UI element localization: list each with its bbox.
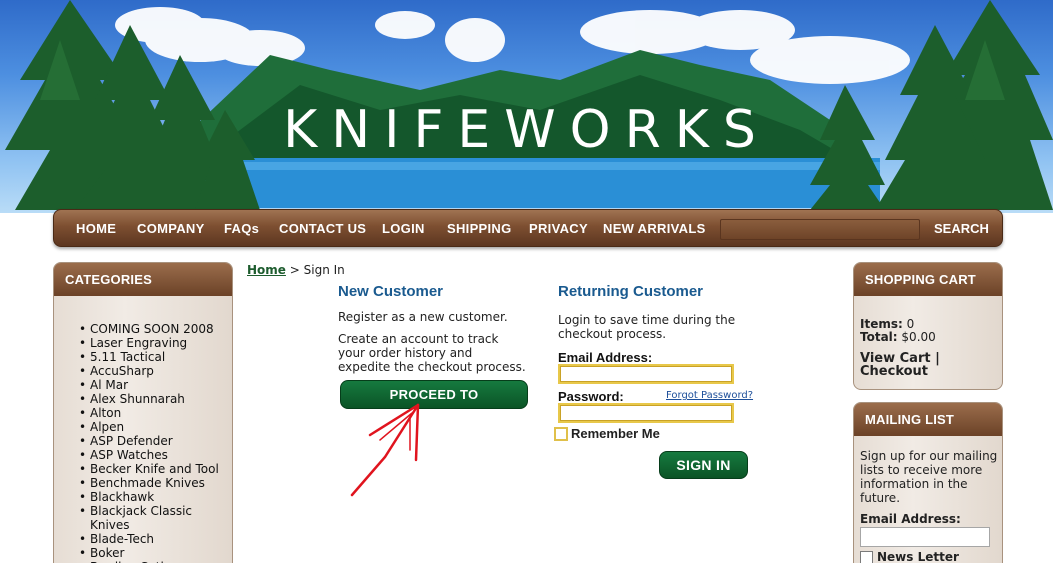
nav-home[interactable]: HOME [76,221,116,236]
search-input[interactable] [720,219,920,240]
mailing-list-box: MAILING LIST Sign up for our mailing lis… [853,402,1003,563]
shopping-cart-title: SHOPPING CART [854,263,1002,296]
category-item[interactable]: ASP Watches [79,448,232,462]
category-item[interactable]: AccuSharp [79,364,232,378]
nav-company[interactable]: COMPANY [137,221,205,236]
mailing-email-label: Email Address: [860,512,961,526]
category-item[interactable]: Benchmade Knives [79,476,232,490]
category-item[interactable]: Alpen [79,420,232,434]
cart-total-label: Total: [860,330,898,344]
breadcrumb: Home > Sign In [247,263,345,277]
mailing-email-input[interactable] [860,527,990,547]
category-item[interactable]: COMING SOON 2008 [79,322,232,336]
category-item[interactable]: Laser Engraving [79,336,232,350]
search-button[interactable]: SEARCH [934,221,989,236]
cart-items-value: 0 [906,317,915,331]
cart-link-divider: | [935,351,940,366]
nav-new-arrivals[interactable]: NEW ARRIVALS [603,221,706,236]
password-field[interactable] [558,403,734,423]
site-logo[interactable]: KNIFEWORKS [0,100,1053,160]
new-customer-heading: New Customer [338,283,444,300]
category-item[interactable]: 5.11 Tactical [79,350,232,364]
cart-items-label: Items: [860,317,903,331]
remember-me-checkbox[interactable] [554,426,568,441]
newsletter-row: News Letter [860,550,1002,563]
remember-me-row: Remember Me [554,426,660,441]
category-item[interactable]: Blackhawk [79,490,232,504]
category-list: COMING SOON 2008Laser Engraving5.11 Tact… [54,296,232,563]
checkout-link[interactable]: Checkout [860,364,928,379]
new-customer-line1: Register as a new customer. [338,310,508,324]
remember-me-label: Remember Me [571,426,660,441]
nav-login[interactable]: LOGIN [382,221,425,236]
newsletter-label: News Letter [877,550,959,563]
red-arrow-annotation [350,403,420,497]
forgot-password-link[interactable]: Forgot Password? [666,390,753,401]
categories-title: CATEGORIES [54,263,232,296]
category-item[interactable]: Alton [79,406,232,420]
sign-in-button[interactable]: SIGN IN [659,451,748,479]
main-nav: HOME COMPANY FAQs CONTACT US LOGIN SHIPP… [53,209,1003,247]
returning-customer-intro: Login to save time during the checkout p… [558,313,736,341]
nav-contact-us[interactable]: CONTACT US [279,221,366,236]
email-field[interactable] [558,364,734,384]
nav-faqs[interactable]: FAQs [224,221,259,236]
nav-shipping[interactable]: SHIPPING [447,221,512,236]
shopping-cart-box: SHOPPING CART Items: 0 Total: $0.00 View… [853,262,1003,390]
nav-privacy[interactable]: PRIVACY [529,221,588,236]
cart-summary: Items: 0 Total: $0.00 View Cart | Checko… [854,296,1002,379]
header-banner: KNIFEWORKS [0,0,1053,213]
category-item[interactable]: Al Mar [79,378,232,392]
returning-customer-heading: Returning Customer [558,283,704,300]
newsletter-checkbox[interactable] [860,550,873,563]
category-item[interactable]: ASP Defender [79,434,232,448]
breadcrumb-separator: > [289,263,300,277]
category-item[interactable]: Alex Shunnarah [79,392,232,406]
email-label: Email Address: [558,350,653,365]
category-item[interactable]: Boker [79,546,232,560]
categories-box: CATEGORIES COMING SOON 2008Laser Engravi… [53,262,233,563]
category-item[interactable]: Becker Knife and Tool [79,462,232,476]
password-label: Password: [558,389,624,404]
breadcrumb-current: Sign In [303,263,345,277]
mailing-list-title: MAILING LIST [854,403,1002,436]
breadcrumb-home-link[interactable]: Home [247,263,286,277]
mailing-list-description: Sign up for our mailing lists to receive… [860,449,998,505]
category-item[interactable]: Blade-Tech [79,532,232,546]
new-customer-line2: Create an account to track your order hi… [338,332,526,374]
cart-total-value: $0.00 [901,330,936,344]
category-item[interactable]: Blackjack Classic Knives [79,504,232,532]
